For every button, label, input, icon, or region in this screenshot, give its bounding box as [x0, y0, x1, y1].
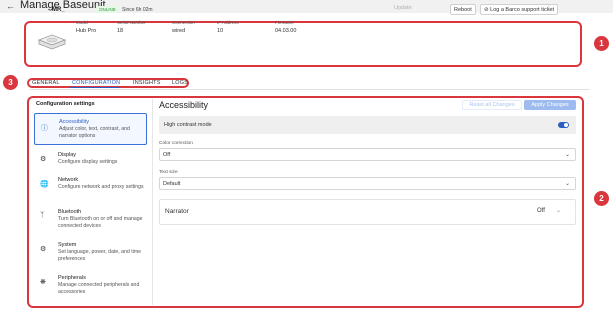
model-value: Hub Pro: [76, 28, 97, 34]
text-size-label: Text size: [159, 170, 178, 175]
peripherals-icon: ❋: [40, 279, 46, 286]
tab-general[interactable]: GENERAL: [32, 80, 60, 86]
sidebar-item-display[interactable]: ⚙ Display Configure display settings: [34, 151, 147, 171]
sidebar-item-desc: Configure display settings: [58, 159, 118, 165]
firmware-label: Firmware: [275, 20, 294, 25]
bluetooth-icon: ᛉ: [40, 212, 45, 219]
arrow-left-icon[interactable]: ←: [6, 1, 15, 11]
uptime-text: Since 6h 02m: [122, 7, 153, 13]
serial-label: Serial Number: [117, 20, 146, 25]
sidebar-item-desc: Set language, power, date, and time pref…: [58, 249, 142, 262]
chevron-down-icon: ⌄: [565, 181, 571, 187]
status-badge: ONLINE: [96, 6, 119, 13]
panel-divider: [152, 99, 153, 305]
sidebar-item-title: Accessibility: [59, 119, 89, 125]
baseunit-device-icon: [37, 34, 67, 50]
narrator-row[interactable]: [159, 199, 576, 225]
ip-value: 10: [217, 28, 224, 34]
sidebar-item-network[interactable]: 🌐 Network Configure network and proxy se…: [34, 176, 147, 202]
narrator-value: Off: [537, 208, 545, 214]
high-contrast-row: [159, 116, 576, 134]
sidebar-item-title: Network: [58, 177, 79, 183]
accessibility-icon: ⓘ: [41, 125, 48, 132]
firmware-value: 04.03.00: [275, 28, 297, 34]
sidebar-item-desc: Configure network and proxy settings: [58, 184, 144, 190]
sidebar-item-accessibility[interactable]: ⓘ Accessibility Adjust color, text, cont…: [34, 113, 147, 145]
tab-configuration[interactable]: CONFIGURATION: [72, 80, 120, 86]
text-size-value: Default: [163, 181, 181, 187]
sidebar-item-bluetooth[interactable]: ᛉ Bluetooth Turn Bluetooth on or off and…: [34, 208, 147, 234]
sidebar-item-desc: Turn Bluetooth on or off and manage conn…: [58, 216, 143, 229]
color-correction-label: Color correction: [159, 141, 193, 146]
apply-changes-button[interactable]: Apply Changes: [524, 100, 576, 110]
model-label: Model: [76, 20, 89, 25]
color-correction-value: Off: [163, 152, 171, 158]
sidebar-item-title: Bluetooth: [58, 209, 82, 215]
update-button[interactable]: Update: [394, 5, 412, 11]
active-tab-indicator: [70, 87, 120, 88]
color-correction-select[interactable]: [159, 148, 576, 161]
tabs-divider: [30, 89, 590, 90]
ip-label: IP Address: [217, 20, 239, 25]
connection-label: Connection: [172, 20, 195, 25]
sidebar-item-peripherals[interactable]: ❋ Peripherals Manage connected periphera…: [34, 274, 147, 300]
more-options-icon[interactable]: ⋮: [546, 5, 552, 12]
narrator-label: Narrator: [165, 208, 189, 215]
sidebar-item-title: System: [58, 242, 77, 248]
high-contrast-toggle[interactable]: [558, 122, 569, 128]
sidebar-item-title: Peripherals: [58, 275, 86, 281]
tab-logs[interactable]: LOGS: [172, 80, 188, 86]
system-settings-icon: ⚙: [40, 246, 47, 253]
chevron-down-icon: ⌄: [565, 152, 571, 158]
serial-value: 18: [117, 28, 124, 34]
text-size-select[interactable]: [159, 177, 576, 190]
device-card: [24, 21, 582, 67]
reset-all-changes-button[interactable]: Reset all Changes: [462, 100, 522, 110]
annotation-badge-2: 2: [594, 191, 609, 206]
tag-icon: ⊘: [484, 6, 489, 13]
section-title: Accessibility: [159, 100, 209, 110]
reboot-button[interactable]: Reboot: [450, 4, 476, 15]
sidebar-title: Configuration settings: [36, 101, 95, 107]
annotation-badge-3: 3: [3, 75, 18, 90]
tab-insights[interactable]: INSIGHTS: [133, 80, 161, 86]
connection-value: wired: [172, 28, 186, 34]
display-settings-icon: ⚙: [40, 156, 47, 163]
support-ticket-label: Log a Barco support ticket: [490, 6, 555, 13]
sidebar-item-title: Display: [58, 152, 77, 158]
device-name: MR_: [52, 7, 65, 13]
high-contrast-label: High contrast mode: [164, 122, 212, 128]
annotation-badge-1: 1: [594, 36, 609, 51]
chevron-down-icon[interactable]: ⌄: [556, 207, 561, 214]
globe-icon: 🌐: [40, 181, 49, 188]
sidebar-item-system[interactable]: ⚙ System Set language, power, date, and …: [34, 241, 147, 267]
sidebar-item-desc: Manage connected peripherals and accesso…: [58, 282, 140, 295]
sidebar-item-desc: Adjust color, text, contrast, and narrat…: [59, 126, 130, 139]
